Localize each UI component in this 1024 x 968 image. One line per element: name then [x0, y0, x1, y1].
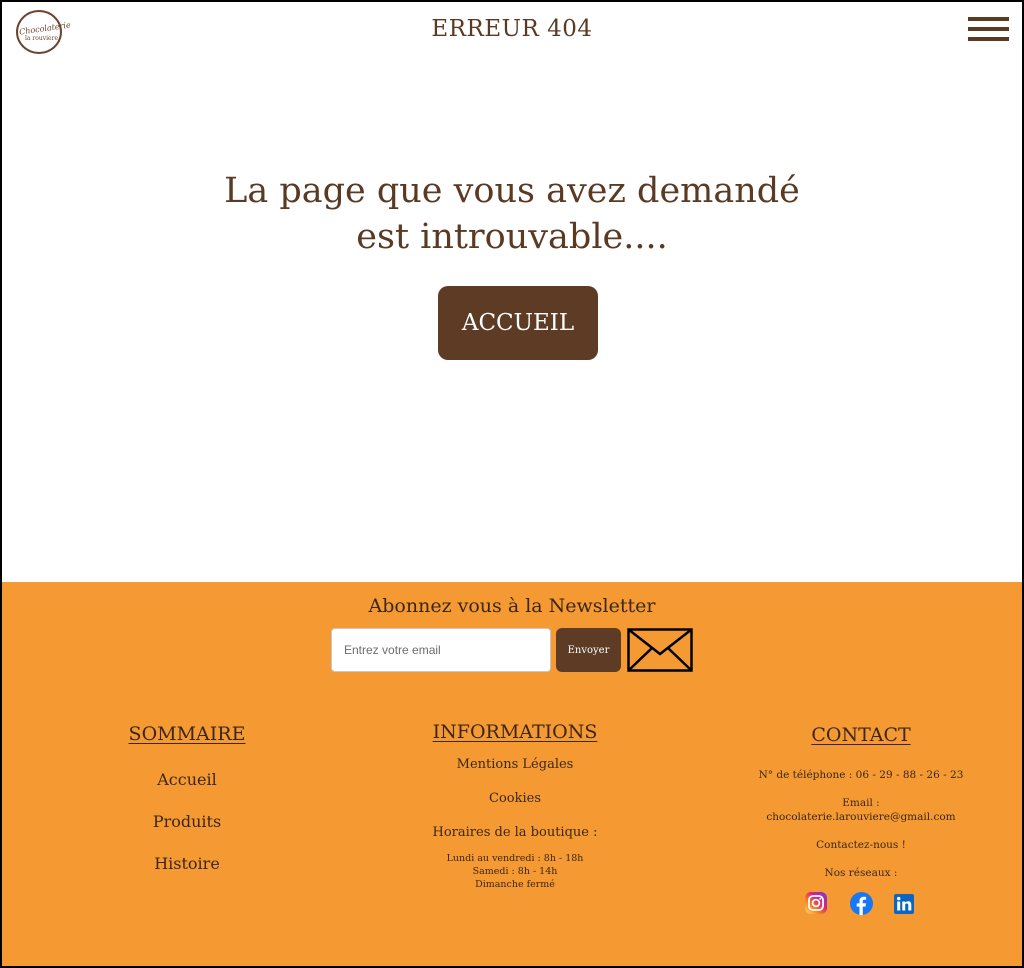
horaires-sunday: Dimanche fermé — [475, 879, 555, 890]
footer-link-histoire[interactable]: Histoire — [87, 855, 287, 873]
footer-link-accueil[interactable]: Accueil — [87, 771, 287, 789]
horaires-saturday: Samedi : 8h - 14h — [472, 866, 558, 877]
linkedin-icon[interactable] — [894, 894, 914, 914]
facebook-icon[interactable] — [850, 892, 873, 915]
error-message: La page que vous avez demandé est introu… — [2, 168, 1022, 260]
informations-section: INFORMATIONS Mentions Légales Cookies Ho… — [365, 721, 665, 891]
contact-section: CONTACT N° de téléphone : 06 - 29 - 88 -… — [711, 724, 1011, 880]
contact-email-label: Email : — [842, 797, 880, 809]
menu-bar — [968, 27, 1009, 31]
socials-label: Nos réseaux : — [824, 867, 898, 879]
contact-us-link[interactable]: Contactez-nous ! — [711, 838, 1011, 852]
footer-link-cookies[interactable]: Cookies — [365, 791, 665, 807]
page-title: ERREUR 404 — [431, 16, 593, 42]
menu-bar — [968, 37, 1009, 41]
menu-bar — [968, 17, 1009, 21]
contact-heading: CONTACT — [811, 724, 911, 746]
contact-email[interactable]: chocolaterie.larouviere@gmail.com — [711, 810, 1011, 824]
newsletter-title: Abonnez vous à la Newsletter — [368, 595, 656, 617]
error-message-line1: La page que vous avez demandé — [224, 171, 800, 211]
page: Chocolaterie la rouviere ERREUR 404 La p… — [2, 2, 1022, 966]
horaires-weekday: Lundi au vendredi : 8h - 18h — [446, 853, 584, 864]
newsletter-send-button[interactable]: Envoyer — [556, 628, 621, 672]
newsletter-email-input[interactable] — [331, 628, 551, 672]
contact-phone: N° de téléphone : 06 - 29 - 88 - 26 - 23 — [758, 769, 964, 781]
informations-heading: INFORMATIONS — [432, 721, 598, 743]
hamburger-menu-icon[interactable] — [968, 17, 1009, 43]
footer-link-produits[interactable]: Produits — [87, 813, 287, 831]
error-message-line2: est introuvable.... — [356, 217, 668, 257]
home-button[interactable]: ACCUEIL — [438, 286, 598, 360]
footer: Abonnez vous à la Newsletter Envoyer SOM… — [2, 582, 1022, 966]
footer-link-mentions-legales[interactable]: Mentions Légales — [365, 757, 665, 773]
sommaire-heading: SOMMAIRE — [128, 723, 246, 745]
horaires-heading: Horaires de la boutique : — [432, 825, 598, 840]
instagram-icon[interactable] — [805, 892, 827, 914]
sommaire-section: SOMMAIRE Accueil Produits Histoire — [87, 723, 287, 873]
envelope-icon — [627, 628, 693, 672]
